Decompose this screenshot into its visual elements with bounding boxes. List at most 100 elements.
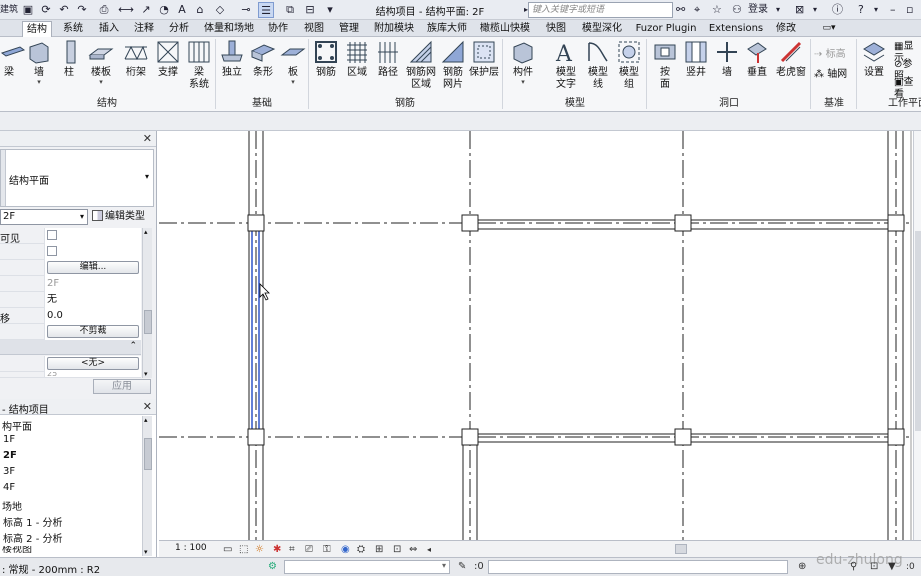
analytical-model-icon[interactable]: ⊞ — [375, 543, 383, 557]
fabric-sheet-tool[interactable]: 钢筋 网片 — [438, 39, 468, 91]
dimension-icon[interactable]: ↗ — [138, 2, 154, 18]
datum-panel-label[interactable]: 基准 — [812, 97, 856, 111]
tab-model-deepening[interactable]: 模型深化 — [576, 21, 628, 37]
tab-extensions[interactable]: Extensions — [704, 21, 768, 37]
sync-icon[interactable]: ⟳ — [38, 2, 54, 18]
strip-foundation-tool[interactable]: 条形 — [249, 39, 277, 79]
save-icon[interactable]: ▣ — [20, 2, 36, 18]
brace-tool[interactable]: 支撑 — [154, 39, 182, 79]
apply-button[interactable]: 应用 — [93, 379, 151, 394]
section-icon[interactable]: ◇ — [212, 2, 228, 18]
level-tool[interactable]: ⇢ 标高 — [814, 49, 854, 61]
select-pinned-icon[interactable]: ⚲ — [850, 560, 857, 574]
login-dropdown-icon[interactable]: ▾ — [776, 2, 780, 18]
property-section-header[interactable]: ⌃ — [0, 340, 141, 355]
view-template-button[interactable]: <无> — [47, 357, 139, 370]
beam-tool[interactable]: 梁 — [0, 39, 26, 79]
visual-style-icon[interactable]: ⬚ — [239, 543, 248, 557]
3d-view-icon[interactable]: ⌂ — [192, 2, 208, 18]
fabric-area-tool[interactable]: 钢筋网 区域 — [404, 39, 438, 91]
edit-button[interactable]: 编辑... — [47, 261, 139, 274]
ribbon-minimize-icon[interactable]: ▭▾ — [818, 21, 840, 37]
select-links-icon[interactable]: ⊕ — [798, 560, 806, 574]
tab-family-master[interactable]: 族库大师 — [423, 21, 471, 37]
close-icon[interactable]: ✕ — [143, 132, 152, 145]
model-group-tool[interactable]: 模型 组 — [614, 39, 644, 91]
sun-path-icon[interactable]: ☼ — [255, 543, 264, 557]
tab-olive-mountain[interactable]: 橄榄山快模 — [474, 21, 536, 37]
beam-system-tool[interactable]: 梁 系统 — [185, 39, 213, 91]
filter-icon[interactable]: ▼ — [888, 560, 896, 574]
type-dropdown-icon[interactable]: ▾ — [145, 172, 149, 181]
lock-view-icon[interactable]: ⚿ — [323, 543, 331, 557]
browser-item[interactable]: 场地 — [2, 498, 22, 513]
model-panel-label[interactable]: 模型 — [504, 97, 646, 111]
truss-tool[interactable]: 桁架 — [122, 39, 150, 79]
rebar-tool[interactable]: 钢筋 — [312, 39, 340, 79]
component-tool[interactable]: 构件 ▾ — [508, 39, 538, 86]
dormer-opening-tool[interactable]: 老虎窗 — [773, 39, 809, 79]
scroll-down-icon[interactable]: ▾ — [144, 370, 148, 378]
properties-scrollbar[interactable]: ▴ ▾ — [142, 228, 152, 378]
workset-select[interactable]: ▾ — [284, 560, 450, 574]
browser-item[interactable]: 3F — [3, 466, 15, 477]
model-line-tool[interactable]: 模型 线 — [584, 39, 612, 91]
area-rebar-tool[interactable]: 区域 — [343, 39, 371, 79]
tab-modify[interactable]: 修改 — [770, 21, 802, 37]
by-face-opening-tool[interactable]: 按 面 — [650, 39, 680, 91]
scrollbar-thumb[interactable] — [144, 438, 152, 470]
close-icon[interactable]: ✕ — [143, 400, 152, 413]
browser-item[interactable]: 标高 2 - 分析 — [3, 530, 63, 545]
browser-item[interactable]: 1F — [3, 434, 15, 445]
floor-dropdown-icon[interactable]: ▾ — [86, 79, 116, 86]
design-option-select[interactable] — [488, 560, 788, 574]
wall-tool[interactable]: 墙 ▾ — [25, 39, 53, 86]
scrollbar-thumb[interactable] — [915, 231, 921, 431]
tab-collaborate[interactable]: 协作 — [262, 21, 294, 37]
canvas-scrollbar[interactable] — [913, 131, 921, 543]
exchange-icon[interactable]: ⊠ — [795, 2, 804, 18]
select-underlay-icon[interactable]: ⊡ — [870, 560, 878, 574]
scope-box-value[interactable]: 无 — [44, 292, 141, 308]
scroll-up-icon[interactable]: ▴ — [144, 228, 148, 236]
type-selector[interactable]: 结构平面 ▾ — [0, 149, 154, 207]
tab-systems[interactable]: 系统 — [56, 21, 90, 37]
grid-tool[interactable]: ⁂ 轴网 — [814, 69, 854, 81]
slab-dropdown-icon[interactable]: ▾ — [280, 79, 306, 86]
browser-item[interactable]: 标高 1 - 分析 — [3, 514, 63, 529]
scroll-left-icon[interactable]: ◂ — [427, 543, 431, 557]
structure-panel-label[interactable]: 结构 — [0, 97, 214, 111]
view-instance-select[interactable]: 2F ▾ — [0, 209, 88, 225]
set-workplane-tool[interactable]: 设置 — [860, 39, 888, 79]
horizontal-scroll-thumb[interactable] — [675, 544, 687, 554]
column-tool[interactable]: 柱 — [58, 39, 80, 79]
tab-structure[interactable]: 结构 — [22, 21, 52, 37]
close-hidden-icon[interactable]: ⧉ — [282, 2, 298, 18]
redo-icon[interactable]: ↷ — [74, 2, 90, 18]
browser-item-active[interactable]: 2F — [3, 450, 17, 461]
tab-addins[interactable]: 附加模块 — [369, 21, 419, 37]
path-rebar-tool[interactable]: 路径 — [374, 39, 402, 79]
offset-value[interactable]: 0.0 — [44, 308, 141, 324]
visibility-checkbox[interactable] — [47, 230, 57, 240]
browser-item[interactable]: 楼视图 — [2, 546, 32, 556]
tab-insert[interactable]: 插入 — [93, 21, 125, 37]
tab-massing-site[interactable]: 体量和场地 — [199, 21, 259, 37]
login-link[interactable]: 登录 — [748, 2, 768, 18]
no-clip-button[interactable]: 不剪裁 — [47, 325, 139, 338]
crop-view-icon[interactable]: ⌗ — [289, 543, 295, 557]
measure-icon[interactable]: ⟷ — [118, 2, 134, 18]
help-icon[interactable]: ⓘ — [832, 2, 843, 18]
tab-annotate[interactable]: 注释 — [128, 21, 160, 37]
opening-panel-label[interactable]: 洞口 — [648, 97, 810, 111]
thin-lines-icon[interactable]: ☰ — [258, 2, 274, 18]
print-icon[interactable]: ⎙ — [96, 2, 112, 18]
vertical-opening-tool[interactable]: 垂直 — [742, 39, 772, 79]
shaft-opening-tool[interactable]: 竖井 — [682, 39, 710, 79]
worksets-icon[interactable]: ⚙ — [268, 560, 277, 574]
scroll-down-icon[interactable]: ▾ — [144, 548, 148, 556]
constraints-icon[interactable]: ⇔ — [409, 543, 417, 557]
detail-level-icon[interactable]: ▭ — [223, 543, 232, 557]
isolated-foundation-tool[interactable]: 独立 — [218, 39, 246, 79]
edit-type-button[interactable]: 编辑类型 — [92, 209, 156, 225]
